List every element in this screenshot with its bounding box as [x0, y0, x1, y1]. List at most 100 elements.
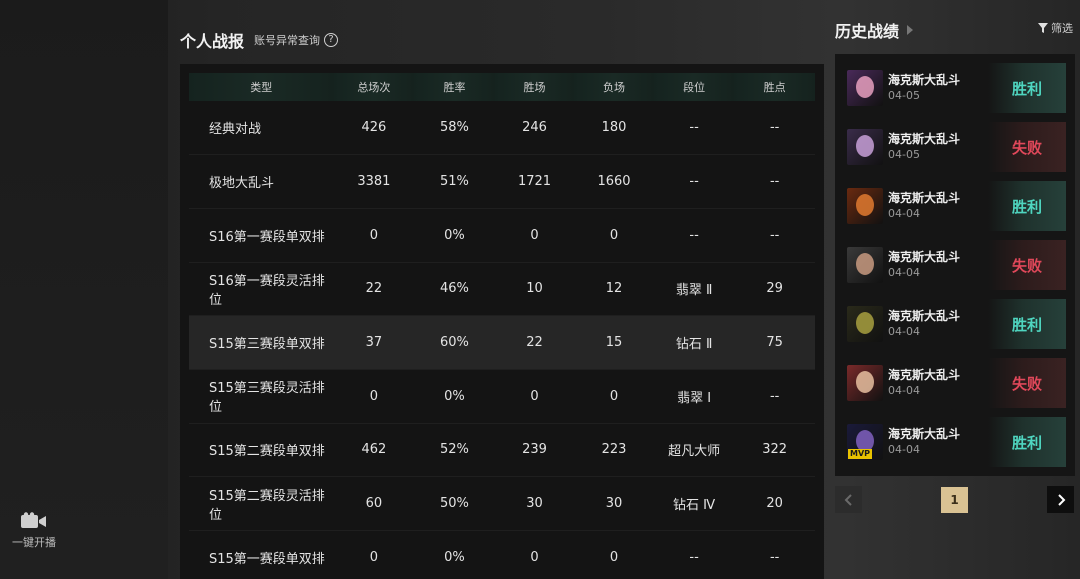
cell-total: 37	[333, 315, 415, 370]
cell-losses: 12	[574, 262, 654, 317]
cell-rank: --	[653, 208, 735, 263]
cell-rank: 超凡大师	[653, 423, 735, 478]
cell-rank: 翡翠 Ⅰ	[653, 369, 735, 424]
match-item[interactable]: 海克斯大乱斗 04-04 失败	[847, 358, 1066, 408]
cell-league-points: --	[734, 530, 815, 579]
header-wins: 胜场	[494, 73, 575, 101]
cell-wins: 10	[494, 262, 575, 317]
cell-type: S15第一赛段单双排	[189, 530, 334, 579]
cell-rank: 钻石 Ⅱ	[653, 315, 735, 370]
cell-league-points: --	[734, 369, 815, 424]
match-mode: 海克斯大乱斗	[888, 132, 961, 146]
stream-label: 一键开播	[12, 536, 56, 549]
cell-total: 3381	[333, 154, 415, 209]
cell-win-rate: 58%	[414, 101, 495, 156]
header-win-rate: 胜率	[414, 73, 495, 101]
cell-type: S16第一赛段灵活排位	[189, 262, 334, 317]
match-date: 04-04	[888, 443, 920, 456]
champion-avatar	[847, 306, 883, 342]
cell-wins: 239	[494, 423, 575, 478]
cell-league-points: 75	[734, 315, 815, 370]
stats-header: 个人战报 账号异常查询 ?	[180, 28, 339, 52]
history-panel: 海克斯大乱斗 04-05 胜利 海克斯大乱斗 04-05 失败 海克斯大乱斗 04-04 胜利海…	[835, 54, 1075, 476]
chevron-left-icon	[844, 493, 852, 506]
cell-losses: 180	[574, 101, 654, 156]
cell-league-points: 29	[734, 262, 815, 317]
next-page-button[interactable]	[1047, 486, 1074, 513]
cell-type: S15第三赛段灵活排位	[189, 369, 334, 424]
champion-portrait	[856, 253, 874, 275]
champion-avatar	[847, 247, 883, 283]
filter-button[interactable]: 筛选	[1038, 20, 1073, 36]
cell-total: 0	[333, 530, 415, 579]
match-result: 失败	[988, 240, 1066, 290]
video-camera-icon	[21, 512, 46, 528]
page-number-button[interactable]: 1	[941, 487, 968, 513]
cell-type: 经典对战	[189, 101, 334, 156]
cell-league-points: 322	[734, 423, 815, 478]
header-league-points: 胜点	[734, 73, 815, 101]
champion-portrait	[856, 371, 874, 393]
cell-league-points: 20	[734, 476, 815, 531]
match-date: 04-04	[888, 384, 920, 397]
champion-portrait	[856, 76, 874, 98]
match-item[interactable]: 海克斯大乱斗 04-05 胜利	[847, 63, 1066, 113]
match-item[interactable]: 海克斯大乱斗 04-05 失败	[847, 122, 1066, 172]
champion-portrait	[856, 135, 874, 157]
cell-league-points: --	[734, 154, 815, 209]
cell-total: 462	[333, 423, 415, 478]
cell-rank: 钻石 Ⅳ	[653, 476, 735, 531]
cell-losses: 0	[574, 530, 654, 579]
match-item[interactable]: 海克斯大乱斗 04-04 胜利	[847, 299, 1066, 349]
table-row: S15第三赛段灵活排位 0 0% 0 0 翡翠 Ⅰ --	[189, 369, 815, 424]
match-result: 胜利	[988, 181, 1066, 231]
champion-avatar	[847, 365, 883, 401]
match-info: 海克斯大乱斗 04-04	[888, 308, 988, 340]
cell-league-points: --	[734, 208, 815, 263]
one-click-stream-button[interactable]: 一键开播	[6, 512, 62, 550]
match-result: 胜利	[988, 299, 1066, 349]
account-query-link[interactable]: 账号异常查询 ?	[254, 32, 339, 48]
match-item[interactable]: 海克斯大乱斗 04-04 胜利	[847, 181, 1066, 231]
cell-losses: 0	[574, 369, 654, 424]
cell-type: S15第二赛段单双排	[189, 423, 334, 478]
champion-avatar	[847, 129, 883, 165]
stats-table: 类型 总场次 胜率 胜场 负场 段位 胜点 经典对战 426 58% 246 180 --…	[189, 73, 815, 579]
cell-wins: 30	[494, 476, 575, 531]
cell-win-rate: 0%	[414, 369, 495, 424]
cell-win-rate: 46%	[414, 262, 495, 317]
match-item[interactable]: 海克斯大乱斗 04-04 失败	[847, 240, 1066, 290]
champion-portrait	[856, 194, 874, 216]
prev-page-button[interactable]	[835, 486, 862, 513]
chevron-right-icon	[907, 25, 914, 35]
match-info: 海克斯大乱斗 04-04	[888, 249, 988, 281]
cell-type: S16第一赛段单双排	[189, 208, 334, 263]
page-title: 个人战报	[180, 32, 245, 51]
mvp-badge: MVP	[848, 449, 873, 459]
match-result: 胜利	[988, 417, 1066, 467]
cell-losses: 223	[574, 423, 654, 478]
cell-total: 22	[333, 262, 415, 317]
match-mode: 海克斯大乱斗	[888, 368, 961, 382]
history-header[interactable]: 历史战绩	[835, 18, 914, 42]
cell-rank: --	[653, 530, 735, 579]
cell-rank: 翡翠 Ⅱ	[653, 262, 735, 317]
cell-wins: 246	[494, 101, 575, 156]
match-info: 海克斯大乱斗 04-05	[888, 131, 988, 163]
match-item[interactable]: MVP 海克斯大乱斗 04-04 胜利	[847, 417, 1066, 467]
match-date: 04-05	[888, 148, 920, 161]
champion-avatar: MVP	[847, 424, 883, 460]
match-info: 海克斯大乱斗 04-04	[888, 367, 988, 399]
table-row: 经典对战 426 58% 246 180 -- --	[189, 101, 815, 156]
chevron-right-icon	[1057, 493, 1065, 506]
table-row: S15第二赛段单双排 462 52% 239 223 超凡大师 322	[189, 423, 815, 478]
match-info: 海克斯大乱斗 04-04	[888, 426, 988, 458]
match-mode: 海克斯大乱斗	[888, 191, 961, 205]
champion-avatar	[847, 70, 883, 106]
match-result: 胜利	[988, 63, 1066, 113]
champion-avatar	[847, 188, 883, 224]
cell-rank: --	[653, 101, 735, 156]
history-title: 历史战绩	[835, 22, 900, 41]
cell-total: 426	[333, 101, 415, 156]
match-date: 04-04	[888, 325, 920, 338]
